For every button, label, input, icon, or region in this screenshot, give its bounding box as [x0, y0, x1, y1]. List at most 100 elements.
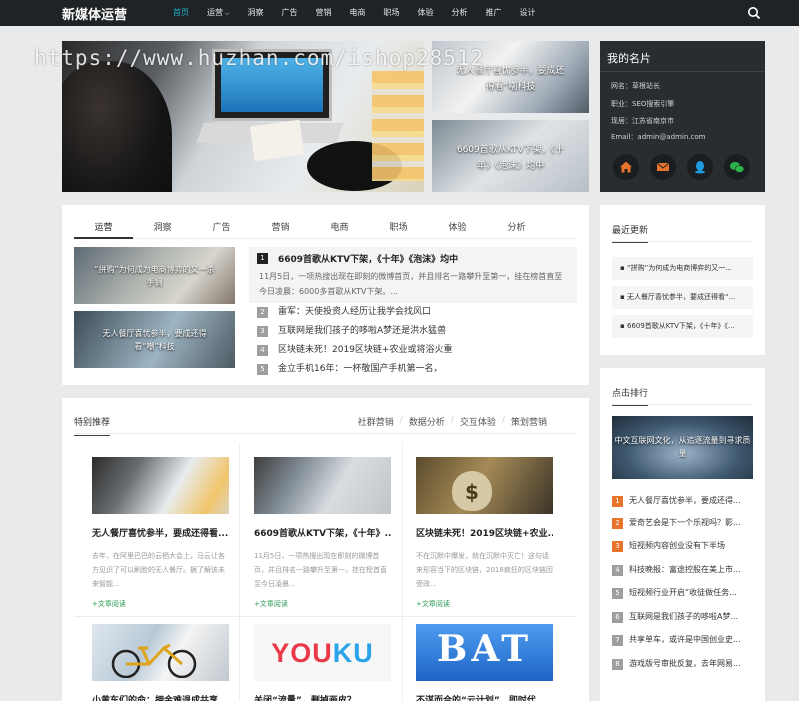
mail-icon[interactable] [650, 154, 676, 180]
recent-item-title: 无人餐厅喜忧参半，要成还得看“... [626, 293, 736, 301]
article-thumbnail[interactable]: YOUKU [254, 624, 391, 681]
nav-item-analysis[interactable]: 分析 [442, 0, 476, 26]
article-card[interactable]: 6609首歌从KTV下架，《十年》... 11月5日，一项热搜出现在即刻的微博首… [254, 457, 391, 609]
tab-thumb-card[interactable]: “拼购”为何成为电商博弈的又一杀手锏 [74, 247, 235, 304]
article-thumbnail[interactable]: BAT [416, 624, 553, 681]
news-title[interactable]: 金立手机16年：一杯敬国产手机第一名， [278, 360, 442, 379]
rank-number: 4 [612, 564, 623, 576]
thumb-caption: “拼购”为何成为电商博弈的又一杀手锏 [94, 265, 215, 287]
hero-slide[interactable] [62, 41, 424, 192]
list-item[interactable]: 2 雷军：天使投资人经历让我学会找风口 [257, 303, 452, 322]
article-title[interactable]: 不谋而合的“云计划”，即时代... [416, 693, 553, 701]
rank-item[interactable]: 2 爱奇艺会是下一个乐视吗？影... [612, 515, 753, 531]
hero-side-card[interactable]: 无人餐厅喜忧参半，要成还得看“嘲科技 [432, 41, 589, 113]
news-title[interactable]: 互联网是我们孩子的哆啦A梦还是洪水猛兽 [278, 322, 446, 341]
bicycle-icon [111, 644, 197, 678]
nav-item-marketing[interactable]: 营销 [306, 0, 340, 26]
slide-photo-notebook [249, 119, 305, 162]
article-title[interactable]: 6609首歌从KTV下架，《十年》... [254, 526, 391, 539]
tab-analysis[interactable]: 分析 [487, 221, 546, 239]
tab-ads[interactable]: 广告 [192, 221, 251, 239]
tab-operation[interactable]: 运营 [74, 221, 133, 239]
article-thumbnail[interactable] [92, 624, 229, 681]
home-icon[interactable] [613, 154, 639, 180]
article-card[interactable]: BAT 不谋而合的“云计划”，即时代... [416, 624, 553, 701]
featured-link-community[interactable]: 社群营销 [358, 415, 394, 428]
profile-nickname: 网名：草根站长 [611, 82, 660, 90]
rank-item-title: 共享单车，或许是中国创业史... [629, 635, 741, 644]
tab-career[interactable]: 职场 [369, 221, 428, 239]
nav-item-ads[interactable]: 广告 [272, 0, 306, 26]
news-title[interactable]: 区块链未死！2019区块链+农业或将浴火重 [278, 341, 452, 360]
rank-feature-image[interactable]: 中文互联网文化，从追逐流量到寻求质量 [612, 416, 753, 479]
tab-thumb-card[interactable]: 无人餐厅喜忧参半，要成还得看“嘲”科技 [74, 311, 235, 368]
tab-marketing[interactable]: 营销 [251, 221, 310, 239]
featured-section: 特别推荐 社群营销 / 数据分析 / 交互体验 / 策划营销 无人餐厅喜忧参半，要成还… [62, 398, 589, 701]
recent-item[interactable]: ▪ “拼购”为何成为电商博弈的又一... [612, 257, 753, 280]
hero-side-card[interactable]: 6609首歌从KTV下架，《十年》《泡沫》均中 [432, 120, 589, 192]
read-more-link[interactable]: +文章阅读 [92, 599, 229, 609]
rank-item[interactable]: 7 共享单车，或许是中国创业史... [612, 632, 753, 648]
rank-item[interactable]: 4 科技晚报：富途控股在美上市... [612, 562, 753, 578]
site-logo[interactable]: 新媒体运营 [62, 4, 127, 23]
headline-news[interactable]: 1 6609首歌从KTV下架，《十年》《泡沫》均中 11月5日，一项热搜出现在即… [249, 247, 577, 303]
rank-item[interactable]: 1 无人餐厅喜忧参半，要成还得... [612, 493, 753, 509]
rank-item[interactable]: 8 游戏版号审批反复，去年网易... [612, 656, 753, 672]
nav-item-experience[interactable]: 体验 [408, 0, 442, 26]
tab-experience[interactable]: 体验 [428, 221, 487, 239]
article-excerpt: 11月5日，一项热搜出现在即刻的微博首页，并且排名一路攀升至第一，挂在榜首直至今… [254, 552, 387, 588]
rank-item[interactable]: 6 互联网是我们孩子的哆啦A梦... [612, 609, 753, 625]
divider [612, 241, 753, 242]
rank-number: 1 [612, 495, 623, 507]
article-title[interactable]: 区块链未死！2019区块链+农业... [416, 526, 553, 539]
article-card[interactable]: $ 区块链未死！2019区块链+农业... 不在沉默中爆发，就在沉默中灭亡！这句… [416, 457, 553, 609]
article-card[interactable]: 无人餐厅喜忧参半，要成还得看... 去年，在阿里巴巴的云栖大会上，马云让各方见识… [92, 457, 229, 609]
profile-title: 我的名片 [607, 52, 651, 65]
search-icon[interactable] [747, 6, 761, 20]
featured-links: 社群营销 / 数据分析 / 交互体验 / 策划营销 [358, 415, 547, 428]
nav-item-operation[interactable]: 运营 ⌵ [198, 0, 238, 26]
rank-title: 点击排行 [612, 386, 649, 406]
article-title[interactable]: 无人餐厅喜忧参半，要成还得看... [92, 526, 229, 539]
nav-item-career[interactable]: 职场 [374, 0, 408, 26]
nav-item-label: 运营 [207, 8, 223, 17]
nav-item-design[interactable]: 设计 [510, 0, 544, 26]
rank-item[interactable]: 5 短视频行业开启“收徒做任务... [612, 585, 753, 601]
featured-link-data[interactable]: 数据分析 [409, 415, 445, 428]
nav-item-ecommerce[interactable]: 电商 [340, 0, 374, 26]
headline-title[interactable]: 6609首歌从KTV下架，《十年》《泡沫》均中 [278, 252, 458, 265]
recent-item[interactable]: ▪ 无人餐厅喜忧参半，要成还得看“... [612, 286, 753, 309]
article-card[interactable]: 小黄车们的命：押金难退成共享... [92, 624, 229, 701]
divider [74, 433, 577, 434]
profile-location: 现居：江苏省南京市 [611, 117, 674, 125]
featured-link-planning[interactable]: 策划营销 [511, 415, 547, 428]
article-thumbnail[interactable]: $ [416, 457, 553, 514]
list-item[interactable]: 3 互联网是我们孩子的哆啦A梦还是洪水猛兽 [257, 322, 452, 341]
list-item[interactable]: 5 金立手机16年：一杯敬国产手机第一名， [257, 360, 452, 379]
tab-insight[interactable]: 洞察 [133, 221, 192, 239]
rank-number: 4 [257, 345, 268, 356]
rank-item[interactable]: 3 短视频内容创业没有下半场 [612, 538, 753, 554]
recent-item[interactable]: ▪ 6609首歌从KTV下架，《十年》《... [612, 315, 753, 338]
article-title[interactable]: 关闭“流量”，删掉画皮？ [254, 693, 391, 701]
read-more-link[interactable]: +文章阅读 [416, 599, 553, 609]
nav-item-promotion[interactable]: 推广 [476, 0, 510, 26]
wechat-icon[interactable] [724, 154, 750, 180]
article-card[interactable]: YOUKU 关闭“流量”，删掉画皮？ [254, 624, 391, 701]
article-title[interactable]: 小黄车们的命：押金难退成共享... [92, 693, 229, 701]
nav-item-home[interactable]: 首页 [164, 0, 198, 26]
article-thumbnail[interactable] [92, 457, 229, 514]
news-title[interactable]: 雷军：天使投资人经历让我学会找风口 [278, 303, 431, 322]
profile-email: Email：admin@admin.com [611, 133, 706, 141]
featured-link-interaction[interactable]: 交互体验 [460, 415, 496, 428]
headline-title-row: 1 6609首歌从KTV下架，《十年》《泡沫》均中 [257, 252, 458, 265]
tab-ecommerce[interactable]: 电商 [310, 221, 369, 239]
top-navbar: 新媒体运营 首页 运营 ⌵ 洞察 广告 营销 电商 职场 体验 分析 推广 设计 [0, 0, 799, 26]
divider [612, 404, 753, 405]
qq-icon[interactable] [687, 154, 713, 180]
article-thumbnail[interactable] [254, 457, 391, 514]
rank-item-title: 无人餐厅喜忧参半，要成还得... [629, 496, 741, 505]
nav-item-insight[interactable]: 洞察 [238, 0, 272, 26]
list-item[interactable]: 4 区块链未死！2019区块链+农业或将浴火重 [257, 341, 452, 360]
read-more-link[interactable]: +文章阅读 [254, 599, 391, 609]
